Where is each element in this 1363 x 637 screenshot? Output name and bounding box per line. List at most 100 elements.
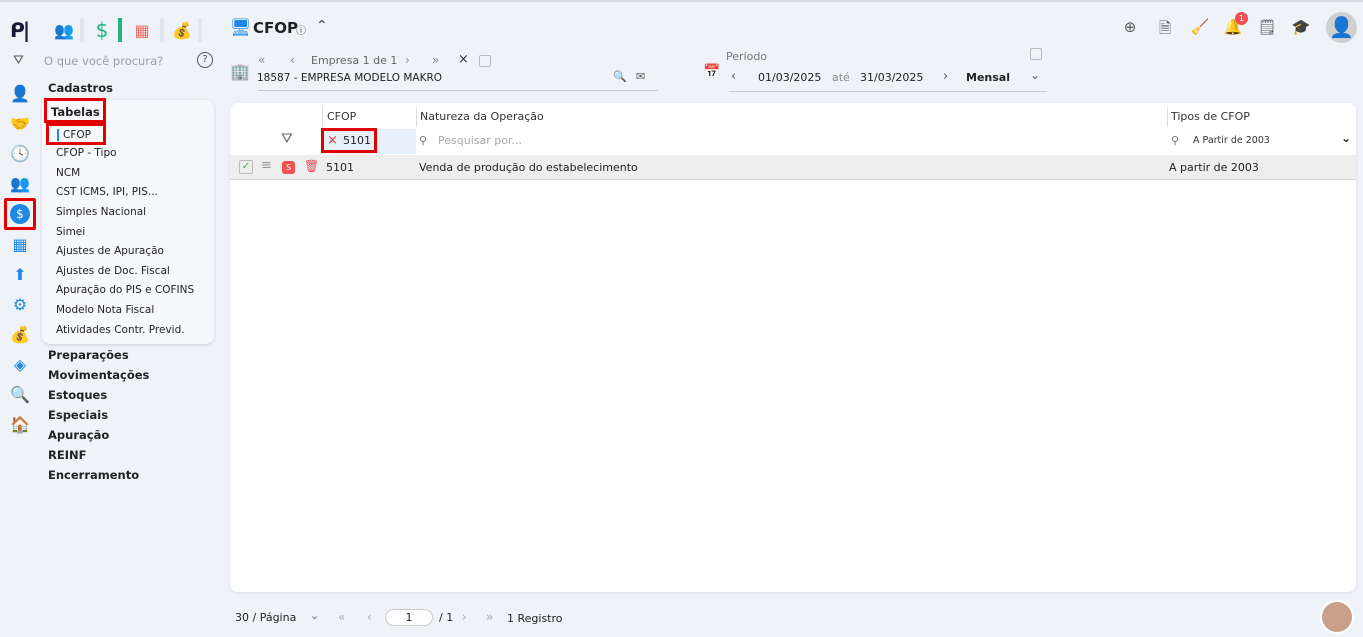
close-icon[interactable]: × — [458, 52, 469, 67]
menu-estoques[interactable]: Estoques — [48, 388, 107, 402]
notification-badge: 1 — [1235, 12, 1248, 25]
data-table: CFOP Natureza da Operação Tipos de CFOP … — [230, 103, 1356, 592]
page-input[interactable]: 1 — [385, 609, 433, 626]
row-checkbox[interactable]: ✓ — [239, 160, 253, 174]
broom-icon[interactable]: 🧹 — [1189, 18, 1211, 40]
search-icon[interactable]: 🔍 — [613, 70, 627, 83]
status-badge: S — [282, 161, 295, 174]
submenu-item-cfop[interactable]: CFOP — [46, 123, 106, 145]
first-page-button[interactable]: « — [338, 610, 345, 624]
assistant-avatar[interactable] — [1320, 600, 1354, 634]
chevron-down-icon[interactable]: ⌄ — [1030, 68, 1040, 82]
first-company-button[interactable]: « — [258, 53, 265, 67]
search-icon[interactable]: 🔍 — [8, 385, 32, 405]
period-underline — [729, 91, 1047, 92]
tipo-filter-select[interactable]: A Partir de 2003 — [1193, 135, 1270, 146]
menu-cadastros[interactable]: Cadastros — [48, 81, 113, 95]
chevron-down-icon[interactable]: ⌄ — [310, 609, 319, 622]
period-end[interactable]: 31/03/2025 — [860, 71, 923, 84]
prev-period-button[interactable]: ‹ — [731, 69, 736, 84]
next-company-button[interactable]: › — [405, 53, 410, 67]
divider — [198, 18, 202, 42]
graduation-cap-icon[interactable]: 🎓 — [1290, 18, 1312, 40]
menu-preparacoes[interactable]: Preparações — [48, 348, 129, 362]
per-page-select[interactable]: 30 / Página — [235, 611, 296, 624]
company-underline — [258, 90, 658, 91]
fiscal-module-button[interactable]: $ — [4, 198, 36, 230]
info-icon[interactable]: ⓘ — [296, 22, 306, 37]
mail-icon[interactable]: ✉ — [636, 70, 645, 83]
app-logo: ᑭ| — [10, 18, 30, 42]
grid-icon[interactable]: ▦ — [8, 235, 32, 255]
menu-reinf[interactable]: REINF — [48, 448, 86, 462]
money-bag-icon[interactable]: 💰 — [8, 325, 32, 345]
submenu-item[interactable]: NCM — [56, 167, 80, 179]
clock-icon[interactable]: 🕓 — [8, 144, 32, 164]
last-company-button[interactable]: » — [432, 53, 439, 67]
home-icon[interactable]: 🏠 — [8, 415, 32, 435]
add-icon[interactable]: ⊕ — [1119, 18, 1141, 40]
submenu-item[interactable]: Simei — [56, 226, 85, 238]
monitor-icon: 🖥 — [230, 18, 252, 38]
trash-icon[interactable]: 🗑 — [304, 159, 319, 173]
divider — [160, 18, 164, 42]
clear-filter-icon[interactable]: × — [327, 133, 338, 148]
chevron-down-icon[interactable]: ⌄ — [1341, 131, 1351, 145]
gear-network-icon[interactable]: ⚙ — [8, 295, 32, 315]
next-period-button[interactable]: › — [943, 69, 948, 84]
document-icon[interactable]: 🗎 — [1154, 18, 1176, 40]
submenu-item[interactable]: CST ICMS, IPI, PIS... — [56, 186, 158, 198]
menu-search-input[interactable]: O que você procura? — [44, 54, 163, 68]
filter-icon[interactable]: ⛛ — [13, 53, 24, 68]
period-start[interactable]: 01/03/2025 — [758, 71, 821, 84]
table-row[interactable]: ✓ ≡ S 🗑 5101 Venda de produção do estabe… — [230, 155, 1356, 180]
page-title: CFOP — [253, 19, 298, 37]
submenu-item[interactable]: CFOP - Tipo — [56, 147, 117, 159]
last-page-button[interactable]: » — [486, 610, 493, 624]
search-icon: ⚲ — [419, 134, 428, 147]
menu-icon[interactable]: ≡ — [261, 158, 272, 173]
prev-company-button[interactable]: ‹ — [290, 53, 295, 67]
submenu-item[interactable]: Apuração do PIS e COFINS — [56, 284, 194, 296]
submenu-item[interactable]: Ajustes de Doc. Fiscal — [56, 265, 170, 277]
report-search-icon[interactable]: 🗒 — [1256, 18, 1278, 40]
menu-especiais[interactable]: Especiais — [48, 408, 108, 422]
layers-icon[interactable]: ◈ — [8, 355, 32, 375]
calculator-icon[interactable]: ▦ — [126, 18, 158, 42]
chevron-up-icon[interactable]: ⌃ — [316, 18, 328, 34]
user-avatar[interactable]: 👤 — [1326, 12, 1357, 43]
column-header-tipos[interactable]: Tipos de CFOP — [1171, 110, 1250, 123]
column-header-cfop[interactable]: CFOP — [327, 110, 356, 123]
percent-icon[interactable]: ⬆ — [8, 265, 32, 285]
help-icon[interactable]: ? — [197, 52, 213, 68]
prev-page-button[interactable]: ‹ — [367, 610, 372, 624]
users-icon[interactable]: 👥 — [48, 18, 80, 42]
company-checkbox[interactable] — [479, 55, 491, 67]
period-mode-select[interactable]: Mensal — [966, 71, 1010, 84]
cell-tipo: A partir de 2003 — [1169, 161, 1259, 174]
period-checkbox[interactable] — [1030, 48, 1042, 60]
submenu-item[interactable]: Ajustes de Apuração — [56, 245, 164, 257]
menu-encerramento[interactable]: Encerramento — [48, 468, 139, 482]
people-icon[interactable]: 👥 — [8, 174, 32, 194]
cell-cfop: 5101 — [326, 161, 354, 174]
column-header-natureza[interactable]: Natureza da Operação — [420, 110, 544, 123]
submenu-label: CFOP — [63, 129, 91, 141]
cfop-filter-input[interactable]: × 5101 — [321, 128, 377, 153]
menu-apuracao[interactable]: Apuração — [48, 428, 109, 442]
submenu-item[interactable]: Atividades Contr. Previd. — [56, 324, 185, 336]
handshake-icon[interactable]: 🤝 — [8, 114, 32, 134]
menu-movimentacoes[interactable]: Movimentações — [48, 368, 149, 382]
period-separator: até — [832, 71, 850, 84]
dollar-icon[interactable]: $ — [86, 18, 118, 42]
natureza-filter-input[interactable]: Pesquisar por... — [438, 134, 522, 147]
company-name[interactable]: 18587 - EMPRESA MODELO MAKRO — [257, 72, 442, 84]
filter-icon[interactable]: ⛛ — [281, 131, 293, 147]
user-settings-icon[interactable]: 👤 — [8, 84, 32, 104]
company-nav-label: Empresa 1 de 1 — [311, 54, 398, 67]
money-bag-icon[interactable]: 💰 — [166, 18, 198, 42]
submenu-item[interactable]: Modelo Nota Fiscal — [56, 304, 154, 316]
submenu-item[interactable]: Simples Nacional — [56, 206, 146, 218]
next-page-button[interactable]: › — [462, 610, 467, 624]
menu-tabelas[interactable]: Tabelas — [44, 98, 106, 123]
